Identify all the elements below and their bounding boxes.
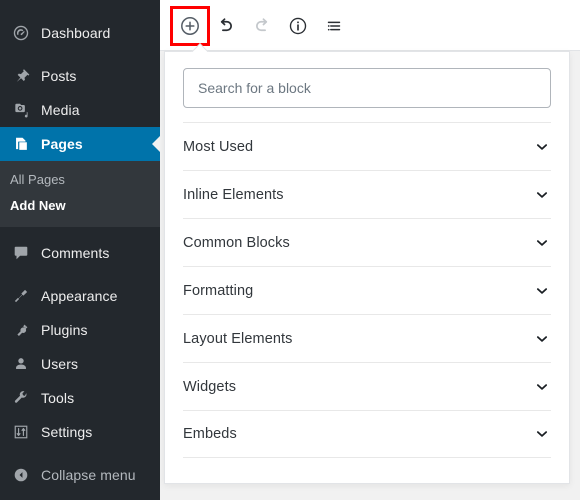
sidebar-item-tools[interactable]: Tools — [0, 381, 160, 415]
submenu-item-all-pages[interactable]: All Pages — [0, 167, 160, 193]
content-info-button[interactable] — [280, 8, 316, 44]
category-layout-elements[interactable]: Layout Elements — [183, 314, 551, 362]
redo-icon — [251, 15, 273, 37]
chevron-down-icon — [533, 378, 551, 396]
sidebar-item-comments[interactable]: Comments — [0, 236, 160, 270]
redo-button[interactable] — [244, 8, 280, 44]
category-label: Embeds — [183, 426, 237, 442]
chevron-down-icon — [533, 330, 551, 348]
pin-icon — [10, 66, 32, 86]
collapse-menu-button[interactable]: Collapse menu — [0, 458, 160, 492]
category-label: Common Blocks — [183, 234, 290, 251]
category-label: Layout Elements — [183, 330, 293, 347]
chevron-down-icon — [533, 138, 551, 156]
sidebar-item-label: Settings — [41, 424, 93, 440]
undo-icon — [215, 15, 237, 37]
sidebar-item-label: Appearance — [41, 288, 118, 304]
block-search-wrapper — [165, 52, 569, 122]
category-formatting[interactable]: Formatting — [183, 266, 551, 314]
collapse-menu-label: Collapse menu — [41, 467, 136, 483]
list-view-icon — [323, 15, 345, 37]
tools-icon — [10, 388, 32, 408]
block-navigation-button[interactable] — [316, 8, 352, 44]
sidebar-item-pages[interactable]: Pages — [0, 127, 160, 161]
category-most-used[interactable]: Most Used — [183, 122, 551, 170]
sidebar-item-label: Dashboard — [41, 25, 111, 41]
collapse-arrow-icon — [10, 465, 32, 485]
sidebar-item-appearance[interactable]: Appearance — [0, 279, 160, 313]
block-category-list: Most Used Inline Elements Common Blocks — [165, 122, 569, 458]
active-pointer — [152, 136, 160, 152]
sidebar-item-label: Comments — [41, 245, 110, 261]
category-widgets[interactable]: Widgets — [183, 362, 551, 410]
sidebar-item-settings[interactable]: Settings — [0, 415, 160, 449]
editor-toolbar — [160, 0, 580, 51]
chevron-down-icon — [533, 282, 551, 300]
submenu-item-add-new[interactable]: Add New — [0, 193, 160, 219]
plugins-icon — [10, 320, 32, 340]
plus-circle-icon — [178, 14, 202, 38]
sidebar-item-posts[interactable]: Posts — [0, 59, 160, 93]
admin-sidebar: Dashboard Posts Media Pages All Pages Ad… — [0, 0, 160, 500]
category-inline-elements[interactable]: Inline Elements — [183, 170, 551, 218]
app-root: Dashboard Posts Media Pages All Pages Ad… — [0, 0, 580, 500]
settings-icon — [10, 422, 32, 442]
dashboard-icon — [10, 23, 32, 43]
chevron-down-icon — [533, 425, 551, 443]
popover-arrow — [191, 43, 209, 52]
category-embeds[interactable]: Embeds — [183, 410, 551, 458]
category-label: Inline Elements — [183, 186, 284, 203]
sidebar-item-dashboard[interactable]: Dashboard — [0, 16, 160, 50]
users-icon — [10, 354, 32, 374]
sidebar-item-label: Plugins — [41, 322, 88, 338]
undo-button[interactable] — [208, 8, 244, 44]
chevron-down-icon — [533, 234, 551, 252]
media-icon — [10, 100, 32, 120]
sidebar-item-label: Pages — [41, 136, 83, 152]
block-inserter-popover: Most Used Inline Elements Common Blocks — [164, 51, 570, 484]
category-label: Widgets — [183, 378, 237, 395]
editor-area: Most Used Inline Elements Common Blocks — [160, 0, 580, 500]
category-label: Most Used — [183, 138, 254, 155]
sidebar-item-label: Users — [41, 356, 79, 372]
category-label: Formatting — [183, 282, 254, 299]
pages-submenu: All Pages Add New — [0, 161, 160, 227]
info-circle-icon — [287, 15, 309, 37]
category-common-blocks[interactable]: Common Blocks — [183, 218, 551, 266]
pages-icon — [10, 134, 32, 154]
sidebar-item-label: Tools — [41, 390, 75, 406]
sidebar-item-label: Posts — [41, 68, 77, 84]
appearance-icon — [10, 286, 32, 306]
comments-icon — [10, 243, 32, 263]
sidebar-item-plugins[interactable]: Plugins — [0, 313, 160, 347]
add-block-button[interactable] — [170, 5, 210, 46]
search-input[interactable] — [183, 68, 551, 108]
chevron-down-icon — [533, 186, 551, 204]
sidebar-item-label: Media — [41, 102, 80, 118]
sidebar-item-users[interactable]: Users — [0, 347, 160, 381]
sidebar-item-media[interactable]: Media — [0, 93, 160, 127]
